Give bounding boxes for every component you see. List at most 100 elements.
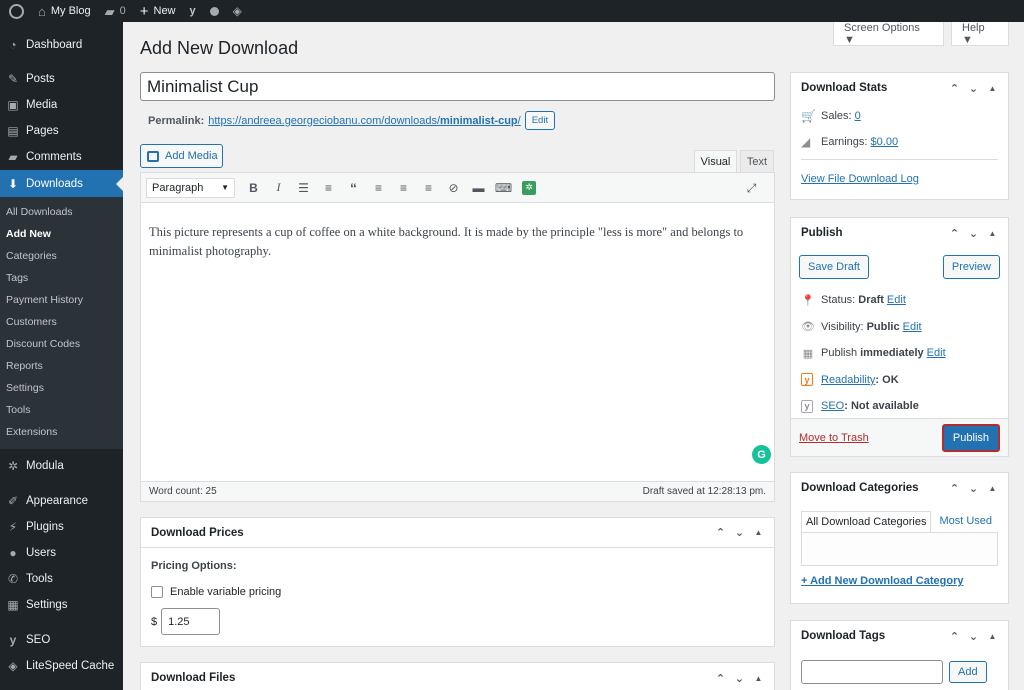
comments-link[interactable]: ▰ 0 <box>98 0 133 22</box>
toggle-icon[interactable]: ▲ <box>749 674 768 683</box>
sidebar-item-dashboard[interactable]: ◔ Dashboard <box>0 32 123 58</box>
site-name-link[interactable]: ⌂ My Blog <box>31 0 98 22</box>
sidebar-item-plugins[interactable]: ⚡ Plugins <box>0 514 123 540</box>
toggle-icon[interactable]: ▲ <box>983 84 1002 93</box>
chevron-down-icon[interactable]: ⌄ <box>964 482 983 495</box>
chevron-down-icon[interactable]: ⌄ <box>730 672 749 685</box>
add-tag-button[interactable]: Add <box>949 661 987 683</box>
plugin-gear-icon[interactable]: ✲ <box>522 180 536 195</box>
edit-visibility-link[interactable]: Edit <box>903 321 922 333</box>
save-draft-button[interactable]: Save Draft <box>799 255 869 279</box>
submenu-all-downloads[interactable]: All Downloads <box>0 201 123 223</box>
preview-button[interactable]: Preview <box>942 255 1000 279</box>
submenu-customers[interactable]: Customers <box>0 311 123 333</box>
chevron-up-icon[interactable]: ⌃ <box>945 82 964 95</box>
yoast-menu[interactable]: y <box>183 0 203 22</box>
chevron-up-icon[interactable]: ⌃ <box>711 526 730 539</box>
chevron-down-icon[interactable]: ⌄ <box>964 82 983 95</box>
sidebar-item-media[interactable]: ▣ Media <box>0 92 123 118</box>
sidebar-item-pages[interactable]: ▤ Pages <box>0 118 123 144</box>
chevron-up-icon[interactable]: ⌃ <box>711 672 730 685</box>
chevron-up-icon[interactable]: ⌃ <box>945 630 964 643</box>
grammarly-icon[interactable]: G <box>752 445 771 464</box>
toggle-icon[interactable]: ▲ <box>983 229 1002 238</box>
sidebar-item-comments[interactable]: ▰ Comments <box>0 144 123 170</box>
screen-options-button[interactable]: Screen Options ▼ <box>833 22 944 46</box>
submenu-discount-codes[interactable]: Discount Codes <box>0 333 123 355</box>
tab-all-categories[interactable]: All Download Categories <box>801 511 932 532</box>
tab-text[interactable]: Text <box>740 150 774 172</box>
chevron-down-icon[interactable]: ⌄ <box>730 526 749 539</box>
edit-status-link[interactable]: Edit <box>887 294 906 306</box>
sidebar-item-appearance[interactable]: ✐ Appearance <box>0 488 123 514</box>
toggle-icon[interactable]: ▲ <box>749 528 768 537</box>
add-media-button[interactable]: Add Media <box>140 144 223 168</box>
sidebar-item-litespeed[interactable]: ◈ LiteSpeed Cache <box>0 653 123 679</box>
submenu-settings[interactable]: Settings <box>0 377 123 399</box>
editor-content[interactable]: This picture represents a cup of coffee … <box>141 203 774 281</box>
submenu-add-new[interactable]: Add New <box>0 223 123 245</box>
sidebar-item-tools[interactable]: ✆ Tools <box>0 566 123 592</box>
help-button[interactable]: Help ▼ <box>951 22 1009 46</box>
publish-button[interactable]: Publish <box>941 423 1000 452</box>
tag-input[interactable] <box>801 660 943 684</box>
chevron-up-icon[interactable]: ⌃ <box>945 482 964 495</box>
permalink-link[interactable]: https://andreea.georgeciobanu.com/downlo… <box>208 115 520 127</box>
edit-publish-date-link[interactable]: Edit <box>927 347 946 359</box>
blockquote-icon[interactable]: “ <box>341 178 366 198</box>
pin-icon: ✎ <box>7 72 19 86</box>
submenu-extensions[interactable]: Extensions <box>0 421 123 443</box>
toggle-icon[interactable]: ▲ <box>983 484 1002 493</box>
format-select[interactable]: Paragraph ▼ <box>146 177 235 198</box>
editor-toolbar: Paragraph ▼ B I ☰ ≡ “ ≡ ≡ ≡ ⊘ ▬ ⌨ ✲ ⤢ <box>141 173 774 203</box>
seo-status-dot[interactable] <box>203 0 226 22</box>
link-icon[interactable]: ⊘ <box>441 178 466 198</box>
comments-icon: ▰ <box>8 150 18 164</box>
submenu-categories[interactable]: Categories <box>0 245 123 267</box>
sidebar-item-downloads[interactable]: ⬇ Downloads <box>0 170 123 197</box>
move-to-trash-link[interactable]: Move to Trash <box>799 432 869 444</box>
read-more-icon[interactable]: ▬ <box>466 178 491 198</box>
sidebar-item-seo[interactable]: y SEO <box>0 627 123 653</box>
variable-pricing-checkbox[interactable] <box>151 586 163 598</box>
chevron-down-icon[interactable]: ⌄ <box>964 227 983 240</box>
chevron-down-icon[interactable]: ⌄ <box>964 630 983 643</box>
bullet-list-icon[interactable]: ☰ <box>291 178 316 198</box>
tab-visual[interactable]: Visual <box>694 150 737 172</box>
litespeed-menu[interactable]: ◈ <box>226 0 249 22</box>
chevron-up-icon[interactable]: ⌃ <box>945 227 964 240</box>
align-left-icon[interactable]: ≡ <box>366 178 391 198</box>
price-input[interactable]: 1.25 <box>161 608 221 635</box>
sidebar-item-settings[interactable]: ▦ Settings <box>0 592 123 618</box>
submenu-payment-history[interactable]: Payment History <box>0 289 123 311</box>
category-list[interactable] <box>801 532 998 566</box>
sidebar-item-users[interactable]: ● Users <box>0 540 123 566</box>
earnings-link[interactable]: $0.00 <box>871 136 899 148</box>
align-center-icon[interactable]: ≡ <box>391 178 416 198</box>
editor-statusbar: Word count: 25 Draft saved at 12:28:13 p… <box>141 481 774 501</box>
view-download-log-link[interactable]: View File Download Log <box>801 173 919 185</box>
pricing-options-label: Pricing Options: <box>151 560 237 572</box>
wordpress-logo-button[interactable] <box>0 0 31 22</box>
italic-icon[interactable]: I <box>266 178 291 198</box>
diamond-icon: ◈ <box>232 4 242 18</box>
post-title-input[interactable] <box>140 72 775 101</box>
add-new-category-link[interactable]: + Add New Download Category <box>801 575 963 587</box>
numbered-list-icon[interactable]: ≡ <box>316 178 341 198</box>
sales-link[interactable]: 0 <box>855 110 861 122</box>
toggle-icon[interactable]: ▲ <box>983 632 1002 641</box>
readability-link[interactable]: Readability <box>821 374 875 386</box>
permalink-edit-button[interactable]: Edit <box>524 111 556 130</box>
tab-most-used[interactable]: Most Used <box>935 511 996 532</box>
submenu-tags[interactable]: Tags <box>0 267 123 289</box>
submenu-tools[interactable]: Tools <box>0 399 123 421</box>
sidebar-item-posts[interactable]: ✎ Posts <box>0 66 123 92</box>
fullscreen-icon[interactable]: ⤢ <box>739 178 764 198</box>
sidebar-item-modula[interactable]: ✲ Modula <box>0 453 123 479</box>
new-content-link[interactable]: + New <box>133 0 183 22</box>
submenu-reports[interactable]: Reports <box>0 355 123 377</box>
keyboard-icon[interactable]: ⌨ <box>491 178 516 198</box>
align-right-icon[interactable]: ≡ <box>416 178 441 198</box>
bold-icon[interactable]: B <box>241 178 266 198</box>
seo-link[interactable]: SEO <box>821 400 844 412</box>
